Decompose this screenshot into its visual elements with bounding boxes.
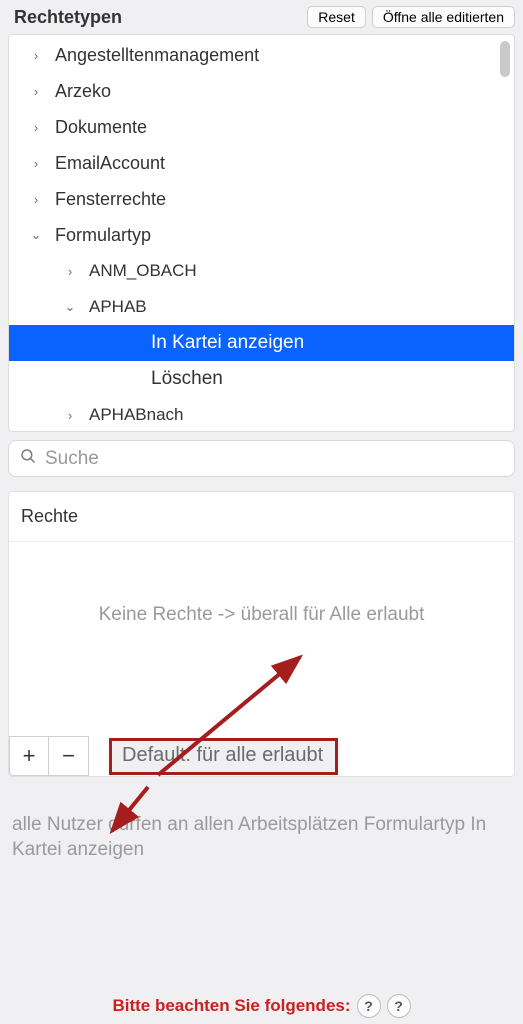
tree-item-label: Angestelltenmanagement: [55, 45, 259, 66]
tree-item-label: APHABnach: [89, 405, 184, 425]
tree-item-aphab[interactable]: ⌄ APHAB: [9, 289, 514, 325]
open-edited-button[interactable]: Öffne alle editierten: [372, 6, 515, 28]
tree-item-l-schen[interactable]: Löschen: [9, 361, 514, 397]
chevron-down-icon: ⌄: [29, 227, 43, 243]
tree-item-label: Arzeko: [55, 81, 111, 102]
chevron-right-icon: ›: [29, 48, 43, 63]
tree-item-label: EmailAccount: [55, 153, 165, 174]
tree-item-in-kartei-anzeigen[interactable]: In Kartei anzeigen: [9, 325, 514, 361]
tree-item-label: Fensterrechte: [55, 189, 166, 210]
tree-item-label: APHAB: [89, 297, 147, 317]
default-label-box: Default: für alle erlaubt: [109, 738, 338, 775]
tree-item-aphabnach[interactable]: › APHABnach: [9, 397, 514, 432]
tree-item-label: In Kartei anzeigen: [151, 332, 304, 354]
chevron-right-icon: ›: [29, 120, 43, 135]
chevron-right-icon: ›: [29, 156, 43, 171]
help-button-2[interactable]: ?: [387, 994, 411, 1018]
tree-item-arzeko[interactable]: › Arzeko: [9, 73, 514, 109]
footer-warning-text: Bitte beachten Sie folgendes:: [112, 996, 350, 1016]
minus-icon: −: [62, 743, 75, 769]
rechte-title: Rechte: [9, 492, 514, 542]
tree-view[interactable]: › Angestelltenmanagement › Arzeko › Dokumente…: [8, 34, 515, 432]
description-text: alle Nutzer dürfen an allen Arbeitsplätz…: [8, 813, 490, 862]
tree-item-label: ANM_OBACH: [89, 261, 197, 281]
tree-item-formulartyp[interactable]: ⌄ Formulartyp: [9, 217, 514, 253]
search-field[interactable]: [8, 440, 515, 477]
chevron-right-icon: ›: [63, 408, 77, 423]
scrollbar-thumb[interactable]: [500, 41, 510, 77]
help-button-1[interactable]: ?: [357, 994, 381, 1018]
chevron-right-icon: ›: [29, 84, 43, 99]
chevron-down-icon: ⌄: [63, 299, 77, 315]
remove-button[interactable]: −: [49, 736, 89, 776]
rechte-empty-message: Keine Rechte -> überall für Alle erlaubt: [99, 604, 425, 626]
tree-item-label: Löschen: [151, 368, 223, 390]
plus-icon: +: [23, 743, 36, 769]
tree-item-label: Dokumente: [55, 117, 147, 138]
tree-item-emailaccount[interactable]: › EmailAccount: [9, 145, 514, 181]
tree-item-fensterrechte[interactable]: › Fensterrechte: [9, 181, 514, 217]
tree-item-angestelltenmanagement[interactable]: › Angestelltenmanagement: [9, 37, 514, 73]
chevron-right-icon: ›: [29, 192, 43, 207]
panel-title: Rechtetypen: [14, 7, 122, 28]
chevron-right-icon: ›: [63, 264, 77, 279]
tree-item-label: Formulartyp: [55, 225, 151, 246]
tree-item-dokumente[interactable]: › Dokumente: [9, 109, 514, 145]
search-icon: [19, 447, 37, 470]
add-button[interactable]: +: [9, 736, 49, 776]
search-input[interactable]: [45, 448, 504, 470]
reset-button[interactable]: Reset: [307, 6, 366, 28]
tree-item-anm-obach[interactable]: › ANM_OBACH: [9, 253, 514, 289]
